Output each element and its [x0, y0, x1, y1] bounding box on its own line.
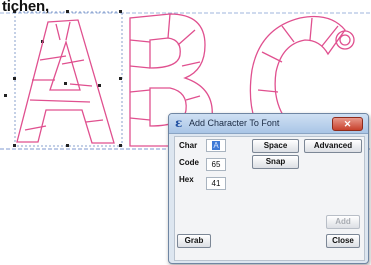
- selection-box[interactable]: [14, 11, 123, 147]
- selection-handles[interactable]: [4, 10, 122, 147]
- hex-label: Hex: [179, 175, 194, 184]
- caption-text: tichen,: [2, 0, 49, 15]
- add-button[interactable]: Add: [326, 215, 360, 229]
- dialog-titlebar[interactable]: ε Add Character To Font ✕: [169, 114, 368, 134]
- glyph-a-outline[interactable]: [16, 19, 115, 144]
- dialog-body: Char A Code 65 Hex 41 Space Advanced Sna…: [174, 136, 365, 261]
- app-logo-icon: ε: [175, 116, 183, 130]
- char-field[interactable]: A: [206, 139, 226, 152]
- dialog-title: Add Character To Font: [189, 118, 280, 128]
- code-field[interactable]: 65: [206, 158, 226, 171]
- close-icon[interactable]: ✕: [332, 117, 363, 131]
- close-button[interactable]: Close: [326, 234, 360, 248]
- space-button[interactable]: Space: [252, 139, 299, 153]
- char-label: Char: [179, 141, 198, 150]
- snap-button[interactable]: Snap: [252, 155, 299, 169]
- add-character-dialog: ε Add Character To Font ✕ Char A Code 65…: [168, 113, 369, 264]
- char-value: A: [212, 141, 220, 150]
- advanced-button[interactable]: Advanced: [304, 139, 362, 153]
- code-label: Code: [179, 158, 199, 167]
- hex-field[interactable]: 41: [206, 177, 226, 190]
- grab-button[interactable]: Grab: [177, 234, 211, 248]
